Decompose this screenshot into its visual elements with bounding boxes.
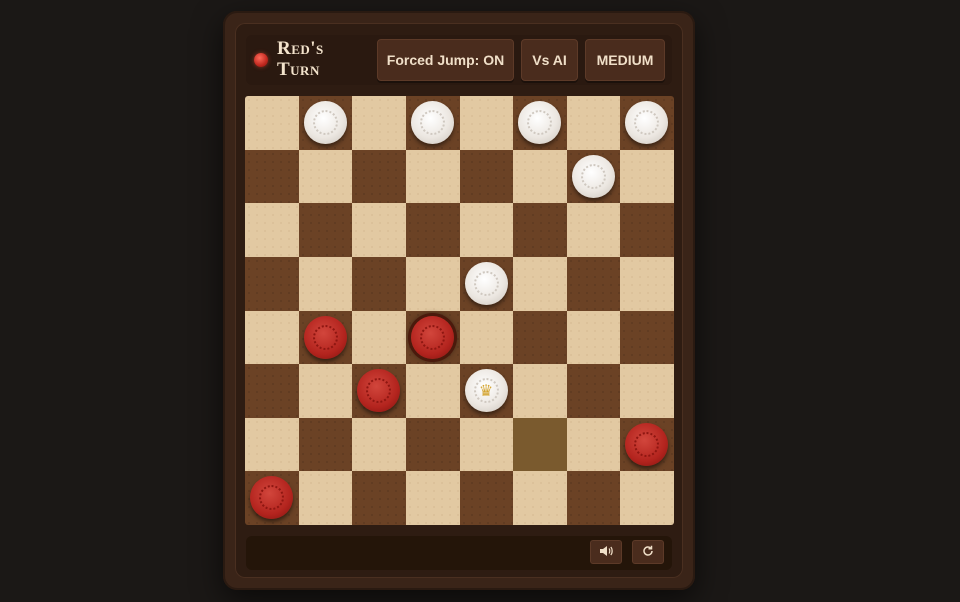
board-square[interactable] (298, 417, 353, 472)
board-square[interactable] (566, 96, 621, 150)
red-piece[interactable] (625, 422, 669, 466)
board-square[interactable] (245, 149, 299, 204)
board-square[interactable] (298, 310, 353, 365)
board-square[interactable] (459, 149, 514, 204)
difficulty-button[interactable]: MEDIUM (585, 39, 665, 81)
board-square[interactable] (405, 203, 460, 257)
turn-label: Red's Turn (277, 38, 324, 80)
board-square[interactable] (298, 203, 353, 257)
board-square[interactable] (513, 471, 567, 525)
board-square[interactable] (513, 364, 567, 418)
board-square[interactable] (620, 256, 674, 311)
board-square[interactable]: ♛ (459, 364, 514, 418)
board-square[interactable] (566, 364, 621, 418)
board-square[interactable] (352, 96, 406, 150)
board-square[interactable] (620, 364, 674, 418)
board-square[interactable] (566, 149, 621, 204)
board-square[interactable] (245, 417, 299, 472)
board-square[interactable] (566, 256, 621, 311)
board-square[interactable] (298, 256, 353, 311)
board-square[interactable] (352, 149, 406, 204)
board-square[interactable] (352, 203, 406, 257)
forced-jump-button[interactable]: Forced Jump: ON (377, 39, 514, 81)
board-square[interactable] (513, 149, 567, 204)
mode-button[interactable]: Vs AI (521, 39, 578, 81)
board-square[interactable] (513, 96, 567, 150)
board-square[interactable] (298, 96, 353, 150)
board-square[interactable] (352, 256, 406, 311)
board-square[interactable] (459, 417, 514, 472)
board-square[interactable] (405, 96, 460, 150)
board-square[interactable] (513, 256, 567, 311)
board-square[interactable] (405, 256, 460, 311)
board-square[interactable] (298, 364, 353, 418)
board-square[interactable] (298, 471, 353, 525)
board-square[interactable] (513, 310, 567, 365)
board-square[interactable] (298, 149, 353, 204)
board-square[interactable] (405, 417, 460, 472)
board-square[interactable] (459, 96, 514, 150)
white-king[interactable]: ♛ (464, 369, 508, 413)
red-piece[interactable] (357, 369, 401, 413)
board-square[interactable] (513, 203, 567, 257)
board-square[interactable] (459, 256, 514, 311)
board-square[interactable] (459, 310, 514, 365)
board-square[interactable] (245, 364, 299, 418)
red-piece[interactable] (303, 315, 347, 359)
board-square[interactable] (620, 471, 674, 525)
turn-indicator-icon (254, 53, 268, 67)
board-square[interactable] (459, 203, 514, 257)
board-square[interactable] (566, 310, 621, 365)
board-square[interactable] (459, 471, 514, 525)
restart-button[interactable] (632, 540, 664, 564)
board-square[interactable] (566, 471, 621, 525)
board-square[interactable] (245, 310, 299, 365)
board-square[interactable] (620, 96, 674, 150)
board-square[interactable] (245, 471, 299, 525)
board-square[interactable] (513, 417, 567, 472)
board-square[interactable] (405, 471, 460, 525)
white-piece[interactable] (303, 101, 347, 144)
board-square[interactable] (566, 203, 621, 257)
board-square[interactable] (620, 310, 674, 365)
white-piece[interactable] (410, 101, 454, 144)
board-square[interactable] (620, 149, 674, 204)
board-square[interactable] (566, 417, 621, 472)
board-square[interactable] (352, 471, 406, 525)
checkerboard: ♛ (245, 96, 674, 525)
red-piece[interactable] (410, 315, 454, 359)
board-square[interactable] (405, 310, 460, 365)
board-square[interactable] (352, 364, 406, 418)
sound-button[interactable] (590, 540, 622, 564)
red-piece[interactable] (250, 476, 293, 520)
board-square[interactable] (405, 364, 460, 418)
board-square[interactable] (620, 203, 674, 257)
speaker-icon (599, 545, 613, 560)
board-square[interactable] (352, 417, 406, 472)
board-square[interactable] (405, 149, 460, 204)
board-square[interactable] (620, 417, 674, 472)
white-piece[interactable] (625, 101, 669, 144)
white-piece[interactable] (464, 261, 508, 305)
crown-icon: ♛ (478, 382, 494, 400)
white-piece[interactable] (518, 101, 562, 144)
white-piece[interactable] (571, 154, 615, 198)
board-square[interactable] (245, 256, 299, 311)
board-square[interactable] (245, 203, 299, 257)
restart-icon (642, 545, 654, 560)
board-square[interactable] (245, 96, 299, 150)
board-square[interactable] (352, 310, 406, 365)
